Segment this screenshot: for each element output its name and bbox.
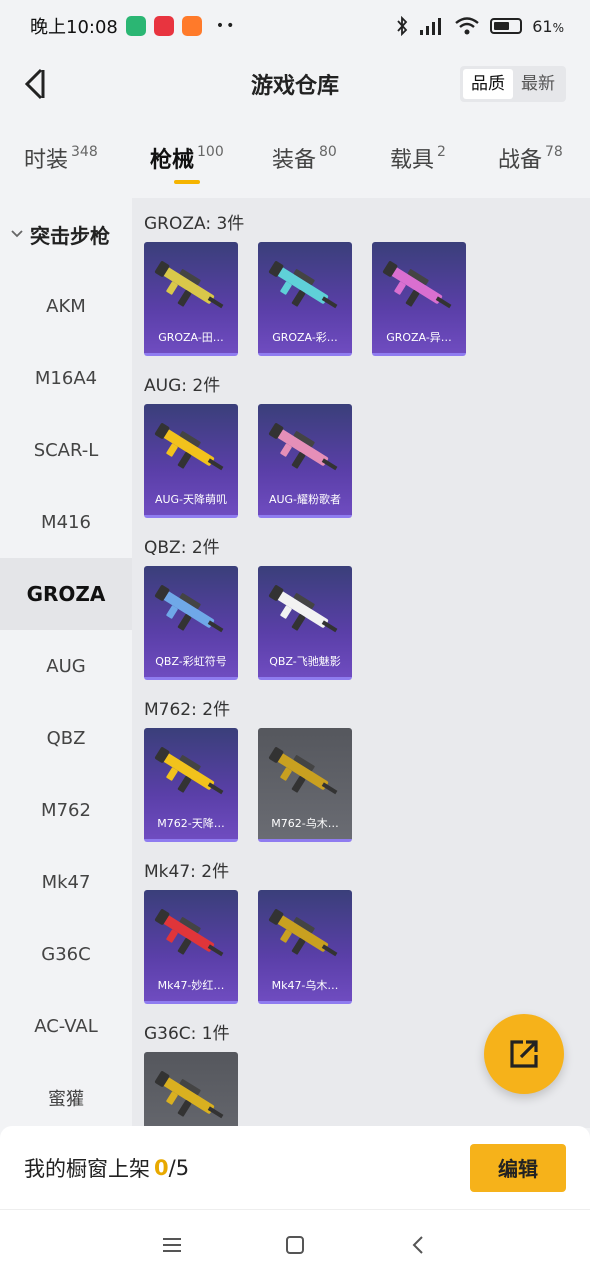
tab-outfits[interactable]: 时装 348	[24, 142, 98, 174]
chevron-down-icon	[11, 230, 23, 238]
sidebar-item-scar-l[interactable]: SCAR-L	[0, 414, 132, 486]
share-button[interactable]	[484, 1014, 564, 1094]
weapon-skin-name: QBZ-彩虹符号	[155, 655, 227, 668]
weapon-skin-card[interactable]: GROZA-彩…	[258, 242, 352, 356]
status-bar: 晚上10:08 •• 61%	[0, 0, 590, 52]
battery-percent: 61	[532, 16, 553, 36]
home-square-icon	[285, 1236, 304, 1254]
sidebar-item-g36c[interactable]: G36C	[0, 918, 132, 990]
sidebar-item-akm[interactable]: AKM	[0, 270, 132, 342]
bluetooth-icon	[397, 16, 408, 36]
weapon-group-title: Mk47: 2件	[144, 862, 230, 882]
weapon-skin-name: AUG-耀粉歌者	[268, 493, 342, 506]
weapon-skin-card[interactable]: M762-乌木…	[258, 728, 352, 842]
status-time: 晚上10:08	[30, 17, 118, 38]
weapon-skin-card[interactable]: GROZA-田…	[144, 242, 238, 356]
weapon-skin-name: M762-乌木…	[271, 817, 339, 830]
title-bar: 游戏仓库 品质 最新	[0, 52, 590, 116]
weapon-skin-card[interactable]: AUG-天降萌叽	[144, 404, 238, 518]
category-tabs: 时装 348 枪械 100 装备 80 载具 2 战备 78	[0, 130, 590, 194]
menu-icon	[162, 1238, 181, 1252]
back-chevron-icon	[412, 1236, 424, 1254]
sidebar-item-groza[interactable]: GROZA	[0, 558, 132, 630]
weapon-skin-card[interactable]: QBZ-彩虹符号	[144, 566, 238, 680]
sidebar-item--[interactable]: 蜜獾	[0, 1062, 132, 1128]
sidebar-item-aug[interactable]: AUG	[0, 630, 132, 702]
weapon-skin-name: AUG-天降萌叽	[154, 493, 228, 506]
battery-icon	[490, 18, 523, 34]
shelf-total: /5	[168, 1155, 190, 1180]
back-nav-button[interactable]	[398, 1225, 438, 1265]
sidebar-item-m416[interactable]: M416	[0, 486, 132, 558]
weapon-skin-name: QBZ-飞驰魅影	[269, 655, 341, 668]
sort-by-newest-button[interactable]: 最新	[513, 69, 563, 99]
weapon-card-row: M762-天降… M762-乌木…	[144, 728, 590, 846]
weapon-skin-name: Mk47-乌木…	[271, 979, 339, 992]
tab-equipment[interactable]: 装备 80	[272, 142, 337, 174]
weapon-skin-card[interactable]: GROZA-异…	[372, 242, 466, 356]
weapon-card-row: Mk47-妙红… Mk47-乌木…	[144, 890, 590, 1008]
weapon-group-title: GROZA: 3件	[144, 214, 245, 234]
app-notification-icon	[153, 16, 174, 36]
share-icon	[510, 1040, 538, 1068]
weapon-skin-name: GROZA-田…	[158, 331, 224, 344]
weapon-skin-card[interactable]: M762-天降…	[144, 728, 238, 842]
weapon-skin-name: GROZA-彩…	[272, 331, 338, 344]
tab-supplies[interactable]: 战备 78	[498, 142, 563, 174]
back-arrow-icon	[24, 68, 45, 100]
sidebar-category-assault-rifle[interactable]: 突击步枪	[0, 198, 132, 270]
weapon-skin-card[interactable]	[144, 1052, 238, 1128]
more-notifications-icon: ••	[215, 18, 237, 34]
signal-icon	[420, 18, 442, 35]
weapon-skin-card[interactable]: Mk47-妙红…	[144, 890, 238, 1004]
tab-weapons[interactable]: 枪械 100	[150, 142, 224, 184]
weapon-group-title: AUG: 2件	[144, 376, 221, 396]
app-notification-icon	[125, 16, 146, 36]
edit-button[interactable]: 编辑	[470, 1143, 566, 1192]
weapon-group-title: QBZ: 2件	[144, 538, 220, 558]
weapon-skin-name: GROZA-异…	[386, 331, 452, 344]
weapon-group-title: M762: 2件	[144, 700, 231, 720]
sidebar-item-m16a4[interactable]: M16A4	[0, 342, 132, 414]
weapon-card-row: GROZA-田… GROZA-彩… GROZA-异…	[144, 242, 590, 360]
weapon-skin-name: M762-天降…	[157, 817, 225, 830]
back-button[interactable]	[14, 64, 54, 104]
active-tab-indicator	[174, 180, 200, 184]
wifi-icon	[455, 17, 479, 35]
shelf-count: 0	[154, 1155, 169, 1180]
weapon-type-sidebar: 突击步枪 AKM M16A4 SCAR-L M416 GROZA AUG QBZ M762 Mk…	[0, 198, 132, 1128]
page-title: 游戏仓库	[250, 74, 339, 99]
menu-nav-button[interactable]	[152, 1225, 192, 1265]
home-nav-button[interactable]	[275, 1225, 315, 1265]
weapon-card-row: AUG-天降萌叽 AUG-耀粉歌者	[144, 404, 590, 522]
weapon-skin-card[interactable]: Mk47-乌木…	[258, 890, 352, 1004]
sidebar-item-qbz[interactable]: QBZ	[0, 702, 132, 774]
weapon-skin-card[interactable]: AUG-耀粉歌者	[258, 404, 352, 518]
weapon-skin-card[interactable]: QBZ-飞驰魅影	[258, 566, 352, 680]
app-notification-icon	[181, 16, 202, 36]
weapon-skin-name: Mk47-妙红…	[157, 979, 225, 992]
sidebar-item-mk47[interactable]: Mk47	[0, 846, 132, 918]
weapon-list: GROZA: 3件 GROZA-田… GROZA-彩… GROZA-异… AUG: 2件…	[132, 198, 590, 1128]
system-nav-bar	[0, 1210, 590, 1280]
shelf-label: 我的橱窗上架	[24, 1156, 150, 1181]
sidebar-item-m762[interactable]: M762	[0, 774, 132, 846]
sort-toggle: 品质 最新	[460, 66, 566, 102]
sort-by-quality-button[interactable]: 品质	[463, 69, 513, 99]
sidebar-item-ac-val[interactable]: AC-VAL	[0, 990, 132, 1062]
weapon-card-row: QBZ-彩虹符号 QBZ-飞驰魅影	[144, 566, 590, 684]
shelf-bar: 我的橱窗上架 0 /5 编辑	[0, 1126, 590, 1210]
tab-vehicles[interactable]: 载具 2	[390, 142, 446, 174]
